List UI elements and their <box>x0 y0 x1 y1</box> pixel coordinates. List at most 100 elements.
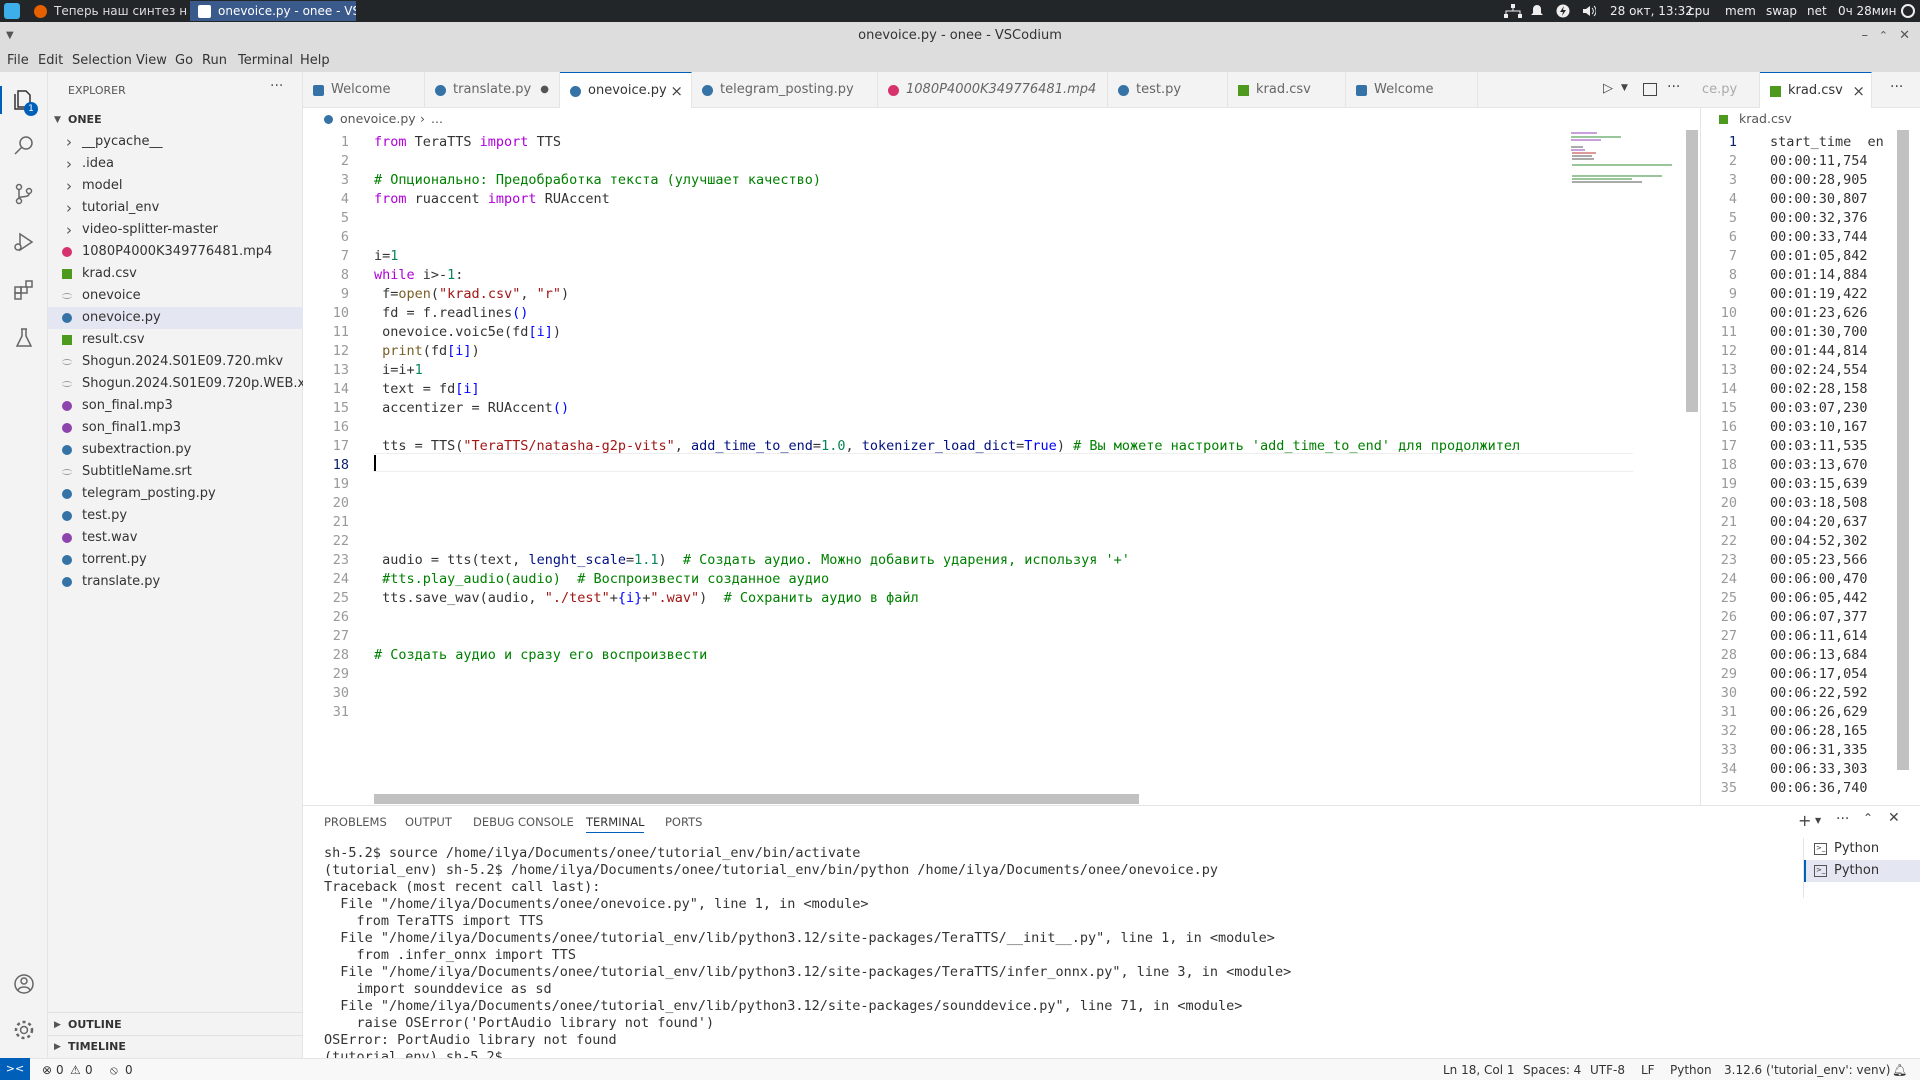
cpu-monitor[interactable]: cpu <box>1688 0 1710 22</box>
file-item[interactable]: krad.csv <box>48 263 303 285</box>
manage-gear-icon[interactable] <box>12 1018 36 1042</box>
terminal-dropdown-icon[interactable]: ▼ <box>1815 816 1821 825</box>
unsaved-dot-icon[interactable]: ● <box>540 72 549 108</box>
error-icon[interactable]: ⊗ <box>42 1059 52 1081</box>
maximize-panel-icon[interactable]: ⌃ <box>1863 811 1873 825</box>
menu-run[interactable]: Run <box>202 50 227 72</box>
tab-right-ce-py[interactable]: ce.py <box>1700 72 1760 108</box>
battery-time[interactable]: 0ч 28мин <box>1838 0 1897 22</box>
new-terminal-icon[interactable]: + <box>1798 811 1811 830</box>
maximize-icon[interactable]: ⌃ <box>1879 22 1888 50</box>
file-item[interactable]: torrent.py <box>48 549 303 571</box>
close-tab-icon[interactable]: × <box>1852 73 1865 108</box>
file-item[interactable]: telegram_posting.py <box>48 483 303 505</box>
panel-more-icon[interactable]: ··· <box>1836 811 1849 827</box>
tab-output[interactable]: OUTPUT <box>405 812 452 832</box>
tab-ports[interactable]: PORTS <box>665 812 702 832</box>
tab-translate[interactable]: translate.py ● <box>425 72 560 108</box>
minimap[interactable] <box>1568 130 1678 190</box>
menu-edit[interactable]: Edit <box>38 50 63 72</box>
tab-debug-console[interactable]: DEBUG CONSOLE <box>473 812 574 832</box>
menu-go[interactable]: Go <box>175 50 193 72</box>
run-dropdown-icon[interactable]: ▼ <box>1621 83 1628 93</box>
python-interpreter[interactable]: 3.12.6 ('tutorial_env': venv) <box>1724 1059 1890 1081</box>
file-item[interactable]: 1080P4000K349776481.mp4 <box>48 241 303 263</box>
ports-icon[interactable]: ⦸ <box>110 1059 118 1081</box>
power-profile-icon[interactable] <box>1556 4 1570 18</box>
breadcrumb-file[interactable]: onevoice.py <box>340 111 416 126</box>
clock[interactable]: 28 окт, 13:32 <box>1610 0 1693 22</box>
close-window-icon[interactable]: ✕ <box>1899 22 1910 50</box>
csv-editor[interactable]: krad.csv 1 start_time en 2 00:00:11,754 3 00:… <box>1700 108 1920 805</box>
file-item[interactable]: test.wav <box>48 527 303 549</box>
explorer-more-icon[interactable]: ··· <box>270 78 283 94</box>
vertical-scrollbar[interactable] <box>1686 130 1698 412</box>
file-item[interactable]: Shogun.2024.S01E09.720.mkv <box>48 351 303 373</box>
split-editor-icon[interactable] <box>1643 83 1657 96</box>
close-panel-icon[interactable]: ✕ <box>1888 810 1900 826</box>
file-item[interactable]: son_final1.mp3 <box>48 417 303 439</box>
tab-test[interactable]: test.py <box>1108 72 1228 108</box>
file-item[interactable]: SubtitleName.srt <box>48 461 303 483</box>
csv-scrollbar[interactable] <box>1897 130 1909 770</box>
tab-terminal[interactable]: TERMINAL <box>586 812 645 833</box>
tab-krad-csv[interactable]: krad.csv <box>1228 72 1346 108</box>
outline-section[interactable]: ▶ OUTLINE <box>48 1014 303 1036</box>
tab-right-krad-csv[interactable]: krad.csv × <box>1760 72 1872 108</box>
folder-item[interactable]: › tutorial_env <box>48 197 303 219</box>
source-control-icon[interactable] <box>12 182 36 206</box>
file-item[interactable]: test.py <box>48 505 303 527</box>
menu-help[interactable]: Help <box>300 50 330 72</box>
warning-icon[interactable]: ⚠ <box>70 1059 81 1081</box>
warning-count[interactable]: 0 <box>85 1059 93 1081</box>
menu-file[interactable]: File <box>7 50 29 72</box>
cursor-position[interactable]: Ln 18, Col 1 <box>1443 1059 1515 1081</box>
taskbar-window-firefox[interactable]: Теперь наш синтез на 20 ... <box>26 1 188 21</box>
indentation[interactable]: Spaces: 4 <box>1523 1059 1581 1081</box>
encoding[interactable]: UTF-8 <box>1590 1059 1625 1081</box>
csv-breadcrumb[interactable]: krad.csv <box>1739 111 1792 126</box>
code-editor[interactable]: onevoice.py › ... 1 2 3 4 5 6 7 8 9 10 11 12 13 14 15 1… <box>303 108 1700 805</box>
run-debug-icon[interactable] <box>12 230 36 254</box>
app-launcher-icon[interactable] <box>4 3 20 19</box>
file-item[interactable]: onevoice.py <box>48 307 303 329</box>
folder-item[interactable]: › __pycache__ <box>48 131 303 153</box>
menu-selection[interactable]: Selection <box>72 50 132 72</box>
remote-indicator[interactable]: >< <box>0 1058 30 1080</box>
line-ending[interactable]: LF <box>1641 1059 1655 1081</box>
testing-icon[interactable] <box>12 326 36 350</box>
file-item[interactable]: translate.py <box>48 571 303 593</box>
folder-item[interactable]: › .idea <box>48 153 303 175</box>
file-item[interactable]: subextraction.py <box>48 439 303 461</box>
explorer-root-folder[interactable]: ▼ ONEE <box>48 109 303 131</box>
ports-count[interactable]: 0 <box>125 1059 133 1081</box>
tab-video[interactable]: 1080P4000K349776481.mp4 <box>878 72 1108 108</box>
menu-terminal[interactable]: Terminal <box>238 50 293 72</box>
terminal-item[interactable]: >_ Python <box>1804 860 1920 882</box>
breadcrumb-rest[interactable]: ... <box>431 111 443 126</box>
file-item[interactable]: onevoice <box>48 285 303 307</box>
network-icon[interactable] <box>1504 4 1522 18</box>
window-menu-icon[interactable]: ▼ <box>6 22 14 50</box>
search-icon[interactable] <box>12 134 36 158</box>
horizontal-scrollbar[interactable] <box>374 794 1139 804</box>
net-monitor[interactable]: net <box>1807 0 1827 22</box>
close-tab-icon[interactable]: × <box>670 73 683 108</box>
timeline-section[interactable]: ▶ TIMELINE <box>48 1036 303 1058</box>
right-group-more-icon[interactable]: ··· <box>1890 79 1903 95</box>
swap-monitor[interactable]: swap <box>1766 0 1797 22</box>
taskbar-window-vscodium[interactable]: onevoice.py - onee - VSCodi... <box>190 1 356 21</box>
tab-welcome-2[interactable]: Welcome <box>1346 72 1478 108</box>
editor-more-icon[interactable]: ··· <box>1667 79 1680 95</box>
tab-onevoice[interactable]: onevoice.py × <box>560 72 692 108</box>
tab-welcome[interactable]: Welcome <box>303 72 425 108</box>
file-item[interactable]: result.csv <box>48 329 303 351</box>
notifications-bell-icon[interactable]: 🔔︎ <box>1892 1059 1907 1081</box>
language-mode[interactable]: Python <box>1670 1059 1712 1081</box>
extensions-icon[interactable] <box>12 278 36 302</box>
tab-telegram-posting[interactable]: telegram_posting.py <box>692 72 878 108</box>
error-count[interactable]: 0 <box>56 1059 64 1081</box>
terminal-item[interactable]: >_ Python <box>1804 838 1920 860</box>
file-item[interactable]: son_final.mp3 <box>48 395 303 417</box>
notifications-icon[interactable] <box>1530 4 1544 18</box>
